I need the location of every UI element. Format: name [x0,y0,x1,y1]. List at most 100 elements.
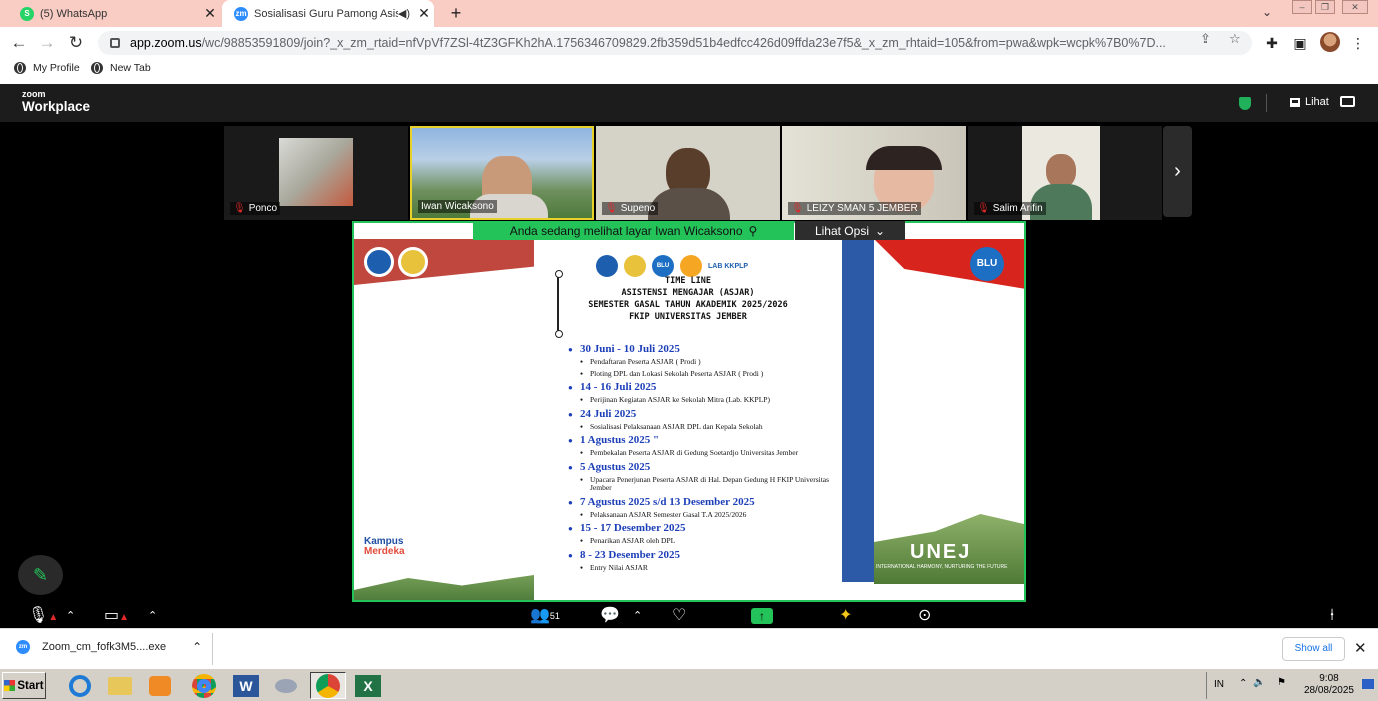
system-tray: IN ⌃ 🔈 ⚑ 9:08 28/08/2025 [1206,672,1378,699]
participant-name: 🎙 Ponco [230,202,281,215]
globe-icon [14,62,26,74]
close-icon[interactable]: ✕ [414,5,434,22]
clock[interactable]: 9:08 28/08/2025 [1304,673,1354,697]
start-button[interactable]: Start [2,672,46,699]
participant-name: Iwan Wicaksono [418,200,497,213]
flag-icon[interactable]: ⚑ [1277,677,1286,688]
view-button[interactable]: Lihat [1290,96,1329,108]
participant-tile[interactable]: 🎙 Salim Arifin [968,126,1162,220]
profile-avatar[interactable] [1320,32,1340,52]
mic-muted-icon: 🎙 [977,203,990,214]
ie-icon[interactable] [62,672,98,699]
chevron-up-icon[interactable]: ⌃ [66,606,75,626]
chevron-down-icon[interactable]: ⌄ [1262,5,1272,19]
share-icon[interactable]: ⇪ [1200,31,1211,47]
bookmark-new-tab[interactable]: New Tab [91,62,151,74]
list-item: 24 Juli 2025 Sosialisasi Pelaksanaan ASJ… [568,408,838,432]
bookmark-my-profile[interactable]: My Profile [14,62,80,74]
lock-icon[interactable] [110,38,120,48]
chrome-active-icon[interactable] [310,672,346,699]
list-item: 8 - 23 Desember 2025 Entry Nilai ASJAR [568,549,838,573]
annotate-icon[interactable]: ✎ [18,555,63,595]
url-text: app.zoom.us/wc/98853591809/join?_x_zm_rt… [130,36,1166,50]
list-item: 7 Agustus 2025 s/d 13 Desember 2025 Pela… [568,496,838,520]
participant-count: 51 [549,611,560,621]
tab-zoom[interactable]: zm Sosialisasi Guru Pamong Asisten ◀) ✕ [222,0,434,27]
back-button[interactable]: ← [9,33,29,53]
participant-tile[interactable]: Iwan Wicaksono [410,126,594,220]
chevron-up-icon[interactable]: ⌃ [192,640,202,654]
new-tab-button[interactable]: + [444,3,468,23]
windows-icon [4,680,16,691]
download-item[interactable]: zm Zoom_cm_fofk3M5....exe ⌃ [16,640,202,654]
leave-icon[interactable]: ⍿ [1330,606,1334,626]
chevron-up-icon[interactable]: ⌃ [1239,678,1247,689]
tab-whatsapp[interactable]: S (5) WhatsApp ✕ [8,0,220,27]
minimize-button[interactable]: – [1292,0,1312,14]
camera-icon[interactable]: ▭▲ [104,606,129,626]
more-icon[interactable]: ⊙ [918,606,931,626]
unej-logo [624,255,646,277]
participant-tile[interactable]: 🎙 Ponco [224,126,408,220]
zoom-logo: zoom Workplace [22,90,90,114]
side-panel-icon[interactable]: ▣ [1290,33,1310,53]
excel-icon[interactable]: X [350,672,386,699]
share-banner-text: Anda sedang melihat layar Iwan Wicaksono [509,223,743,238]
window-close-button[interactable]: ✕ [1342,0,1368,14]
chevron-up-icon[interactable]: ⌃ [633,606,642,626]
shield-icon[interactable] [1239,97,1251,110]
clock-date: 28/08/2025 [1303,685,1354,696]
zoom-icon: zm [16,640,30,654]
mic-icon[interactable]: 🎙▲ [28,606,58,626]
close-icon[interactable]: ✕ [200,5,220,22]
reload-button[interactable]: ↻ [66,33,86,53]
mic-muted-icon: 🎙 [791,203,804,214]
menu-icon[interactable]: ⋮ [1348,33,1368,53]
participant-tile[interactable]: 🎙 LEIZY SMAN 5 JEMBER [782,126,966,220]
zoom-icon: zm [234,6,248,21]
participants-icon: 👥 [530,607,550,624]
view-options-button[interactable]: Lihat Opsi ⌄ [795,221,905,240]
address-bar: ← → ↻ app.zoom.us/wc/98853591809/join?_x… [0,27,1378,59]
speaker-icon[interactable]: ◀) [398,7,410,20]
folder-icon[interactable] [102,672,138,699]
list-item: 14 - 16 Juli 2025 Perijinan Kegiatan ASJ… [568,381,838,405]
slide-hills [354,575,534,600]
zoom-header: zoom Workplace Lihat [0,84,1378,122]
show-all-button[interactable]: Show all [1282,637,1345,661]
tab-title: Sosialisasi Guru Pamong Asisten [254,7,398,20]
view-options-label: Lihat Opsi [814,223,869,238]
share-screen-icon[interactable]: ↑ [751,608,773,624]
screen-icon[interactable] [1340,96,1355,107]
language-indicator[interactable]: IN [1214,679,1224,690]
url-field[interactable]: app.zoom.us/wc/98853591809/join?_x_zm_rt… [98,31,1252,55]
forward-button[interactable]: → [37,33,57,53]
extensions-icon[interactable]: ✚ [1262,33,1282,53]
ai-companion-icon[interactable]: ✦ [839,606,852,626]
volume-icon[interactable]: 🔈 [1253,677,1265,688]
restore-button[interactable]: ❐ [1315,0,1335,14]
browser-tab-strip: S (5) WhatsApp ✕ zm Sosialisasi Guru Pam… [0,0,1378,27]
reactions-icon[interactable]: ♡ [672,606,686,626]
list-item: 15 - 17 Desember 2025 Penarikan ASJAR ol… [568,522,838,546]
chrome-icon[interactable] [186,672,222,699]
download-filename: Zoom_cm_fofk3M5....exe [42,641,167,653]
word-icon[interactable]: W [228,672,264,699]
media-player-icon[interactable] [142,672,178,699]
network-icon[interactable] [268,672,304,699]
logo-row: BLU LAB KKPLP [596,255,748,277]
star-icon[interactable]: ☆ [1229,31,1241,47]
divider [1266,94,1267,112]
slide-left-panel: Kampus Merdeka [354,223,534,600]
participant-photo [866,146,942,170]
shared-screen[interactable]: Kampus Merdeka BLU UNEJ INTERNATIONAL HAR… [352,221,1026,602]
participant-tile[interactable]: 🎙 Supeno [596,126,780,220]
participant-photo [1046,154,1076,188]
chat-icon[interactable]: 💬 [600,606,620,626]
chevron-up-icon[interactable]: ⌃ [148,606,157,626]
close-icon[interactable]: ✕ [1354,639,1367,657]
globe-icon [91,62,103,74]
chevron-right-icon[interactable]: › [1163,126,1192,217]
participants-button[interactable]: 👥51 [530,606,560,626]
notification-icon[interactable] [1362,679,1374,689]
